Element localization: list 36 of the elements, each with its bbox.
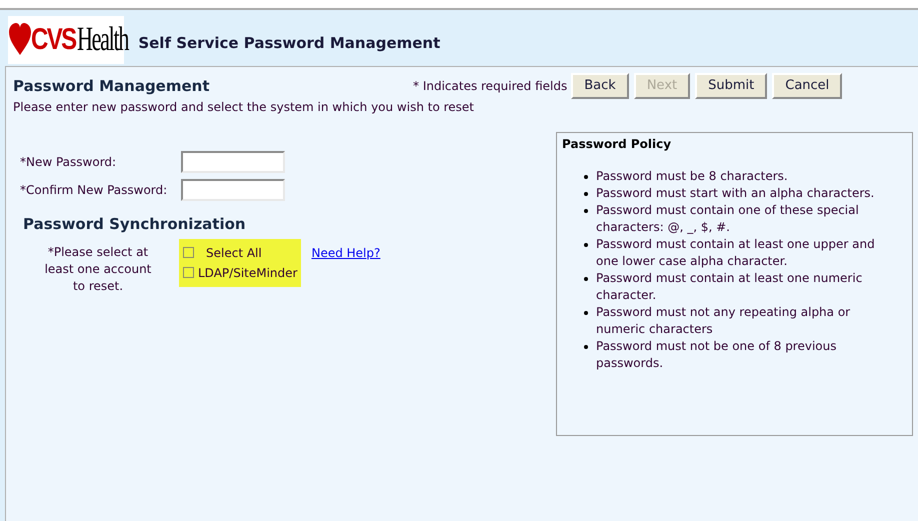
section-title: Password Synchronization <box>22 214 247 235</box>
logo-brand: CVS <box>31 25 76 55</box>
policy-rule: Password must start with an alpha characters. <box>596 185 876 202</box>
bullet-icon <box>584 243 588 247</box>
panel-title: Password Management <box>13 76 211 97</box>
password-field[interactable] <box>181 179 285 201</box>
page-title: Self Service Password Management <box>138 32 440 54</box>
checkbox[interactable] <box>183 267 194 278</box>
checkbox-label: LDAP/SiteMinder <box>198 264 298 282</box>
help-link[interactable]: Need Help? <box>311 244 380 262</box>
field-label: *Confirm New Password: <box>20 182 168 199</box>
bullet-icon <box>584 277 588 281</box>
policy-rule: Password must contain one of these special characters: @, _, $, #. <box>596 202 860 236</box>
policy-title: Password Policy <box>562 136 672 153</box>
field-label: *New Password: <box>20 154 118 171</box>
password-field[interactable] <box>181 151 285 173</box>
instructions: Please enter new password and select the system in which you wish to reset <box>13 99 476 116</box>
bullet-icon <box>584 311 588 315</box>
prompt-text: *Please select at least one account to reset. <box>44 244 152 294</box>
required-note: * Indicates required fields <box>413 78 568 95</box>
policy-rule: Password must be 8 characters. <box>596 168 789 185</box>
policy-rule: Password must not be one of 8 previous passwords. <box>596 338 838 372</box>
form-button[interactable]: Submit <box>695 73 768 99</box>
form-button[interactable]: Cancel <box>772 73 842 99</box>
policy-rule: Password must not any repeating alpha or numeric characters <box>596 304 852 338</box>
logo-word: Health <box>76 23 128 57</box>
policy-rule: Password must contain at least one upper and one lower case alpha character. <box>596 236 876 270</box>
bullet-icon <box>584 192 588 196</box>
form-button[interactable]: Back <box>571 73 629 99</box>
bullet-icon <box>584 209 588 213</box>
heart-icon <box>9 23 31 57</box>
policy-rule: Password must contain at least one numeric character. <box>596 270 864 304</box>
bullet-icon <box>584 175 588 179</box>
checkbox-label: Select All <box>206 244 262 262</box>
bullet-icon <box>584 345 588 349</box>
checkbox[interactable] <box>183 247 194 258</box>
